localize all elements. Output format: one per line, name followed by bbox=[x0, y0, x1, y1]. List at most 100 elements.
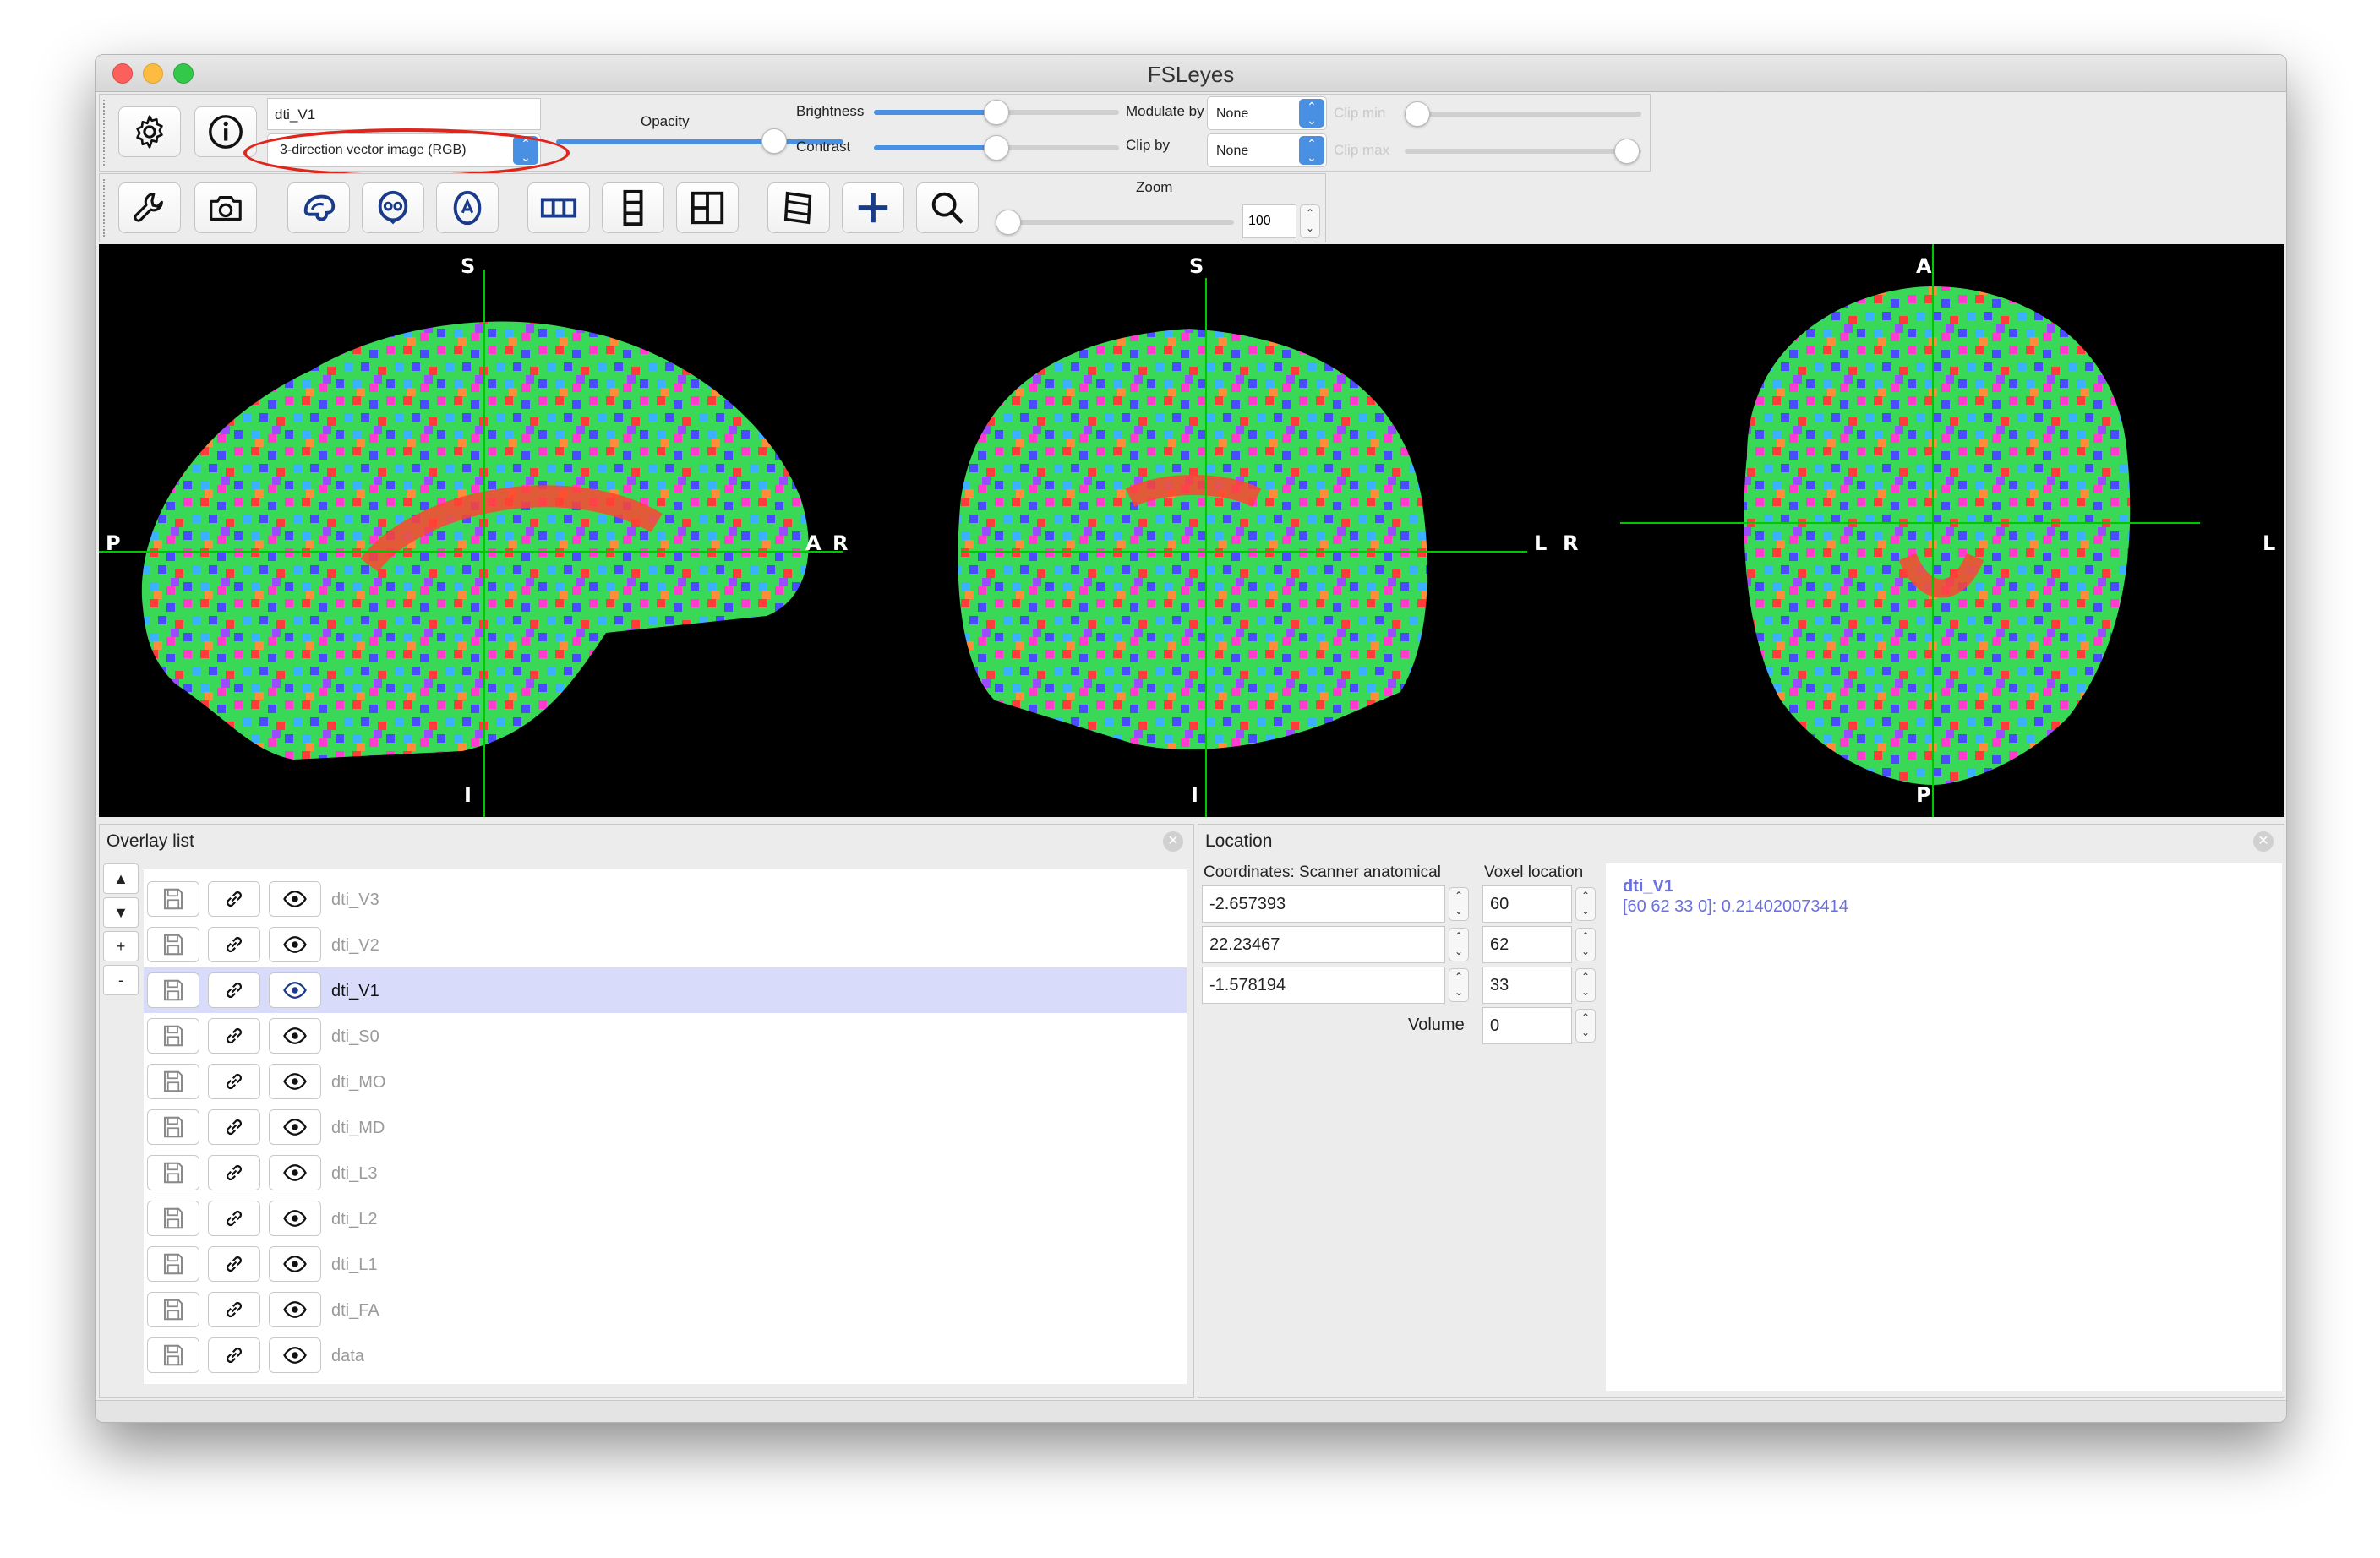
save-overlay-button[interactable] bbox=[147, 927, 199, 962]
link-overlay-button[interactable] bbox=[208, 972, 260, 1008]
toggle-visibility-button[interactable] bbox=[269, 927, 321, 962]
save-overlay-button[interactable] bbox=[147, 972, 199, 1008]
coord-z-stepper[interactable]: ⌃ ⌄ bbox=[1449, 968, 1469, 1002]
toggle-visibility-button[interactable] bbox=[269, 1201, 321, 1236]
overlay-list[interactable]: dti_V3 dti_V2 dti_V1 dti_S0 dti_MO dti_MD dti_… bbox=[144, 869, 1187, 1384]
save-overlay-button[interactable] bbox=[147, 1292, 199, 1327]
voxel-x-stepper[interactable]: ⌃ ⌄ bbox=[1575, 887, 1596, 921]
zoom-slider[interactable] bbox=[996, 220, 1234, 225]
zoom-stepper[interactable]: ⌃ ⌄ bbox=[1300, 204, 1320, 238]
save-overlay-button[interactable] bbox=[147, 1109, 199, 1145]
link-overlay-button[interactable] bbox=[208, 1201, 260, 1236]
overlay-list-item[interactable]: dti_MO bbox=[144, 1059, 1187, 1104]
link-overlay-button[interactable] bbox=[208, 1246, 260, 1282]
move-up-button[interactable]: ▲ bbox=[103, 863, 139, 894]
toggle-visibility-button[interactable] bbox=[269, 1155, 321, 1190]
voxel-z-field[interactable]: 33 bbox=[1482, 967, 1572, 1004]
overlay-list-panel: Overlay list ✕ ▲ ▼ + - dti_V3 dti_V2 dti_V… bbox=[99, 824, 1194, 1398]
toggle-coronal-button[interactable] bbox=[362, 182, 424, 233]
save-overlay-button[interactable] bbox=[147, 881, 199, 917]
zoom-input[interactable]: 100 bbox=[1242, 204, 1296, 238]
add-overlay-button[interactable]: + bbox=[103, 931, 139, 961]
voxel-y-field[interactable]: 62 bbox=[1482, 926, 1572, 963]
overlay-name-field[interactable]: dti_V1 bbox=[267, 98, 541, 130]
overlay-name: dti_V1 bbox=[331, 982, 379, 1000]
overlay-list-item[interactable]: dti_L3 bbox=[144, 1150, 1187, 1196]
grid-layout-button[interactable] bbox=[676, 182, 739, 233]
save-overlay-button[interactable] bbox=[147, 1064, 199, 1099]
clip-by-label: Clip by bbox=[1126, 137, 1170, 153]
toggle-cursor-button[interactable] bbox=[842, 182, 904, 233]
link-overlay-button[interactable] bbox=[208, 1292, 260, 1327]
screenshot-button[interactable] bbox=[194, 182, 257, 233]
close-icon[interactable]: ✕ bbox=[2253, 831, 2274, 852]
view-settings-button[interactable] bbox=[118, 182, 181, 233]
opacity-slider-knob[interactable] bbox=[761, 128, 787, 154]
zoom-button[interactable] bbox=[916, 182, 979, 233]
modulate-select[interactable]: None ⌃ ⌄ bbox=[1207, 96, 1327, 130]
overlay-list-item[interactable]: dti_V2 bbox=[144, 922, 1187, 967]
coord-x-stepper[interactable]: ⌃ ⌄ bbox=[1449, 887, 1469, 921]
toggle-visibility-button[interactable] bbox=[269, 1337, 321, 1373]
save-overlay-button[interactable] bbox=[147, 1246, 199, 1282]
toolbar-grip[interactable] bbox=[103, 179, 108, 237]
voxel-z-stepper[interactable]: ⌃ ⌄ bbox=[1575, 968, 1596, 1002]
toggle-sagittal-button[interactable] bbox=[287, 182, 350, 233]
overlay-list-item[interactable]: dti_L2 bbox=[144, 1196, 1187, 1241]
brightness-slider-knob[interactable] bbox=[984, 100, 1009, 125]
wrench-icon bbox=[134, 193, 163, 222]
overlay-list-item[interactable]: dti_MD bbox=[144, 1104, 1187, 1150]
volume-stepper[interactable]: ⌃ ⌄ bbox=[1575, 1009, 1596, 1043]
toggle-axial-button[interactable] bbox=[436, 182, 499, 233]
link-overlay-button[interactable] bbox=[208, 1018, 260, 1054]
save-overlay-button[interactable] bbox=[147, 1155, 199, 1190]
link-overlay-button[interactable] bbox=[208, 1155, 260, 1190]
move-down-button[interactable]: ▼ bbox=[103, 897, 139, 928]
save-icon bbox=[161, 1206, 186, 1231]
coord-z-field[interactable]: -1.578194 bbox=[1202, 967, 1445, 1004]
zoom-slider-knob[interactable] bbox=[996, 210, 1021, 235]
contrast-label: Contrast bbox=[796, 139, 851, 155]
toggle-visibility-button[interactable] bbox=[269, 1109, 321, 1145]
link-overlay-button[interactable] bbox=[208, 1109, 260, 1145]
coord-y-field[interactable]: 22.23467 bbox=[1202, 926, 1445, 963]
voxel-y-stepper[interactable]: ⌃ ⌄ bbox=[1575, 928, 1596, 961]
toggle-visibility-button[interactable] bbox=[269, 1064, 321, 1099]
link-overlay-button[interactable] bbox=[208, 1064, 260, 1099]
coord-x-field[interactable]: -2.657393 bbox=[1202, 885, 1445, 923]
save-overlay-button[interactable] bbox=[147, 1337, 199, 1373]
close-icon[interactable]: ✕ bbox=[1163, 831, 1183, 852]
toggle-visibility-button[interactable] bbox=[269, 1018, 321, 1054]
volume-field[interactable]: 0 bbox=[1482, 1007, 1572, 1044]
toggle-visibility-button[interactable] bbox=[269, 972, 321, 1008]
remove-overlay-button[interactable]: - bbox=[103, 965, 139, 995]
overlay-list-item[interactable]: dti_L1 bbox=[144, 1241, 1187, 1287]
toggle-visibility-button[interactable] bbox=[269, 1246, 321, 1282]
eye-icon bbox=[282, 886, 308, 912]
overlay-list-item[interactable]: data bbox=[144, 1332, 1187, 1378]
eye-icon bbox=[282, 932, 308, 957]
link-icon bbox=[221, 978, 247, 1003]
overlay-list-item[interactable]: dti_V1 bbox=[144, 967, 1187, 1013]
link-overlay-button[interactable] bbox=[208, 1337, 260, 1373]
save-icon bbox=[161, 1069, 186, 1094]
link-overlay-button[interactable] bbox=[208, 881, 260, 917]
save-overlay-button[interactable] bbox=[147, 1201, 199, 1236]
overlay-list-item[interactable]: dti_V3 bbox=[144, 876, 1187, 922]
ortho-canvas[interactable]: S I P A S I R L A P R L bbox=[99, 244, 2284, 817]
save-overlay-button[interactable] bbox=[147, 1018, 199, 1054]
toggle-visibility-button[interactable] bbox=[269, 881, 321, 917]
display-settings-button[interactable] bbox=[118, 106, 181, 157]
contrast-slider-knob[interactable] bbox=[984, 135, 1009, 161]
horizontal-layout-button[interactable] bbox=[527, 182, 590, 233]
toolbar-grip[interactable] bbox=[103, 100, 108, 166]
movie-mode-button[interactable] bbox=[767, 182, 830, 233]
link-overlay-button[interactable] bbox=[208, 927, 260, 962]
overlay-list-item[interactable]: dti_FA bbox=[144, 1287, 1187, 1332]
toggle-visibility-button[interactable] bbox=[269, 1292, 321, 1327]
voxel-x-field[interactable]: 60 bbox=[1482, 885, 1572, 923]
coord-y-stepper[interactable]: ⌃ ⌄ bbox=[1449, 928, 1469, 961]
vertical-layout-button[interactable] bbox=[602, 182, 664, 233]
overlay-list-item[interactable]: dti_S0 bbox=[144, 1013, 1187, 1059]
clip-by-select[interactable]: None ⌃ ⌄ bbox=[1207, 133, 1327, 167]
